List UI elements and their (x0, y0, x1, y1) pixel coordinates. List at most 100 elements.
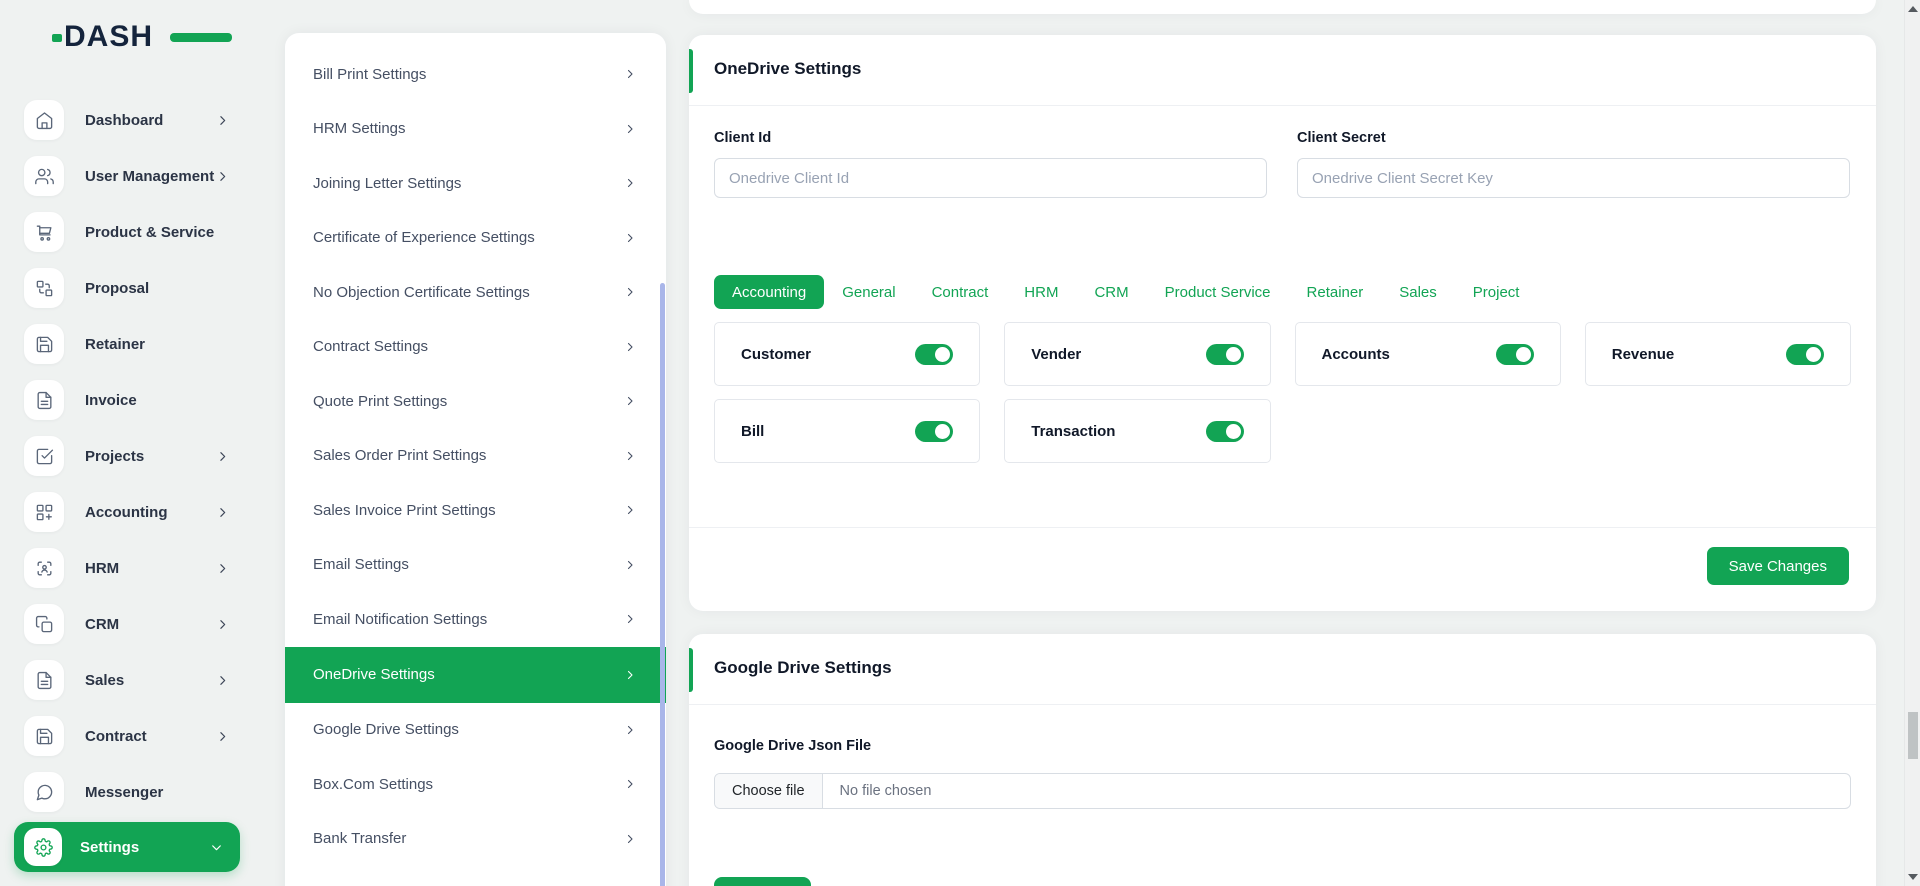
googledrive-title: Google Drive Settings (714, 658, 892, 678)
choose-file-button[interactable]: Choose file (715, 774, 823, 808)
settings-menu-item-email-settings[interactable]: Email Settings (285, 538, 666, 593)
save-changes-button[interactable]: Save Changes (1707, 547, 1849, 585)
sidebar-item-contract[interactable]: Contract (0, 708, 262, 764)
vender-toggle-card: Vender (1004, 322, 1270, 386)
tab-retainer[interactable]: Retainer (1289, 275, 1382, 309)
sidebar-item-product-service[interactable]: Product & Service (0, 204, 262, 260)
toggle-knob (1806, 347, 1821, 362)
chevron-right-icon (624, 68, 636, 80)
sidebar-nav: Dashboard User ManagementProduct & Servic… (0, 92, 262, 820)
chevron-right-icon (216, 170, 229, 183)
sidebar-item-label: CRM (85, 616, 262, 633)
chevron-right-icon (624, 778, 636, 790)
tab-product-service[interactable]: Product Service (1147, 275, 1289, 309)
settings-menu-item-sales-invoice-print-settings[interactable]: Sales Invoice Print Settings (285, 483, 666, 538)
settings-menu-item-label: Contract Settings (313, 338, 428, 355)
chat-icon (24, 772, 64, 812)
revenue-toggle[interactable] (1786, 344, 1824, 365)
toggle-label: Vender (1031, 346, 1081, 363)
sidebar-item-hrm[interactable]: HRM (0, 540, 262, 596)
client-secret-input[interactable] (1297, 158, 1850, 198)
sidebar-item-sales[interactable]: Sales (0, 652, 262, 708)
tab-accounting-partial[interactable] (714, 877, 811, 886)
settings-menu-item-bill-print-settings[interactable]: Bill Print Settings (285, 47, 666, 102)
bill-toggle[interactable] (915, 421, 953, 442)
settings-menu-item-sales-order-print-settings[interactable]: Sales Order Print Settings (285, 429, 666, 484)
scan-person-icon (24, 548, 64, 588)
settings-menu-item-label: Sales Order Print Settings (313, 447, 486, 464)
sidebar-item-label: Proposal (85, 280, 262, 297)
vender-toggle[interactable] (1206, 344, 1244, 365)
client-secret-label: Client Secret (1297, 130, 1850, 146)
tab-contract[interactable]: Contract (914, 275, 1007, 309)
revenue-toggle-card: Revenue (1585, 322, 1851, 386)
client-id-label: Client Id (714, 130, 1267, 146)
sidebar-item-accounting[interactable]: Accounting (0, 484, 262, 540)
settings-menu-item-label: Sales Invoice Print Settings (313, 502, 496, 519)
brand-logo[interactable]: DASH (64, 20, 204, 54)
chevron-right-icon (216, 674, 229, 687)
chevron-right-icon (624, 613, 636, 625)
settings-menu-item-no-objection-certificate-settings[interactable]: No Objection Certificate Settings (285, 265, 666, 320)
scroll-down-arrow-icon[interactable] (1908, 874, 1918, 880)
submenu-scrollbar-thumb[interactable] (660, 283, 665, 886)
scroll-up-arrow-icon[interactable] (1908, 6, 1918, 12)
sidebar-item-projects[interactable]: Projects (0, 428, 262, 484)
transaction-toggle[interactable] (1206, 421, 1244, 442)
toggle-knob (1226, 424, 1241, 439)
tab-hrm[interactable]: HRM (1006, 275, 1076, 309)
file-icon (24, 380, 64, 420)
sidebar-item-messenger[interactable]: Messenger (0, 764, 262, 820)
gdrive-json-file-input[interactable]: Choose file No file chosen (714, 773, 1851, 809)
sidebar-item-label: Dashboard (85, 112, 262, 129)
tab-sales[interactable]: Sales (1381, 275, 1455, 309)
settings-menu-item-label: No Objection Certificate Settings (313, 284, 530, 301)
settings-menu-item-label: Bill Print Settings (313, 66, 426, 83)
settings-menu-item-bank-transfer[interactable]: Bank Transfer (285, 812, 666, 867)
settings-menu-item-joining-letter-settings[interactable]: Joining Letter Settings (285, 156, 666, 211)
cart-icon (24, 212, 64, 252)
customer-toggle[interactable] (915, 344, 953, 365)
window-scrollbar[interactable] (1904, 0, 1920, 886)
client-id-input[interactable] (714, 158, 1267, 198)
previous-card-edge (689, 0, 1876, 14)
sidebar-item-settings[interactable]: Settings (14, 822, 240, 872)
settings-submenu-panel: Bill Print Settings HRM Settings Joining L… (285, 33, 666, 886)
settings-menu-item-label: OneDrive Settings (313, 666, 435, 683)
settings-menu-item-barcode-settings[interactable]: Barcode Settings (285, 866, 666, 886)
sidebar-item-dashboard[interactable]: Dashboard (0, 92, 262, 148)
settings-menu-item-box-com-settings[interactable]: Box.Com Settings (285, 757, 666, 812)
client-secret-field-group: Client Secret (1297, 130, 1850, 198)
tab-project[interactable]: Project (1455, 275, 1538, 309)
scrollbar-thumb[interactable] (1908, 712, 1918, 759)
settings-menu-item-hrm-settings[interactable]: HRM Settings (285, 102, 666, 157)
tab-accounting[interactable]: Accounting (714, 275, 824, 309)
sidebar-item-retainer[interactable]: Retainer (0, 316, 262, 372)
tab-general[interactable]: General (824, 275, 913, 309)
settings-menu-item-certificate-of-experience-settings[interactable]: Certificate of Experience Settings (285, 211, 666, 266)
sidebar-item-invoice[interactable]: Invoice (0, 372, 262, 428)
settings-menu-item-label: Box.Com Settings (313, 776, 433, 793)
onedrive-settings-card: OneDrive Settings Client Id Client Secre… (689, 35, 1876, 611)
sidebar-item-proposal[interactable]: Proposal (0, 260, 262, 316)
settings-menu-item-label: Quote Print Settings (313, 393, 447, 410)
settings-menu-item-quote-print-settings[interactable]: Quote Print Settings (285, 374, 666, 429)
settings-menu-item-email-notification-settings[interactable]: Email Notification Settings (285, 592, 666, 647)
sidebar-item-user-management[interactable]: User Management (0, 148, 262, 204)
sidebar-item-label: Projects (85, 448, 262, 465)
save-icon (24, 324, 64, 364)
logo-text: DASH (64, 20, 153, 53)
settings-menu-item-google-drive-settings[interactable]: Google Drive Settings (285, 703, 666, 758)
chevron-right-icon (624, 833, 636, 845)
settings-menu-item-onedrive-settings[interactable]: OneDrive Settings (285, 647, 666, 703)
chevron-right-icon (216, 618, 229, 631)
accounts-toggle-card: Accounts (1295, 322, 1561, 386)
settings-menu-item-contract-settings[interactable]: Contract Settings (285, 320, 666, 375)
main-sidebar: DASH Dashboard User ManagementProduct & S… (0, 0, 262, 886)
tab-crm[interactable]: CRM (1076, 275, 1146, 309)
settings-menu-item-label: Joining Letter Settings (313, 175, 461, 192)
chevron-right-icon (216, 450, 229, 463)
sidebar-item-crm[interactable]: CRM (0, 596, 262, 652)
chevron-right-icon (216, 562, 229, 575)
accounts-toggle[interactable] (1496, 344, 1534, 365)
